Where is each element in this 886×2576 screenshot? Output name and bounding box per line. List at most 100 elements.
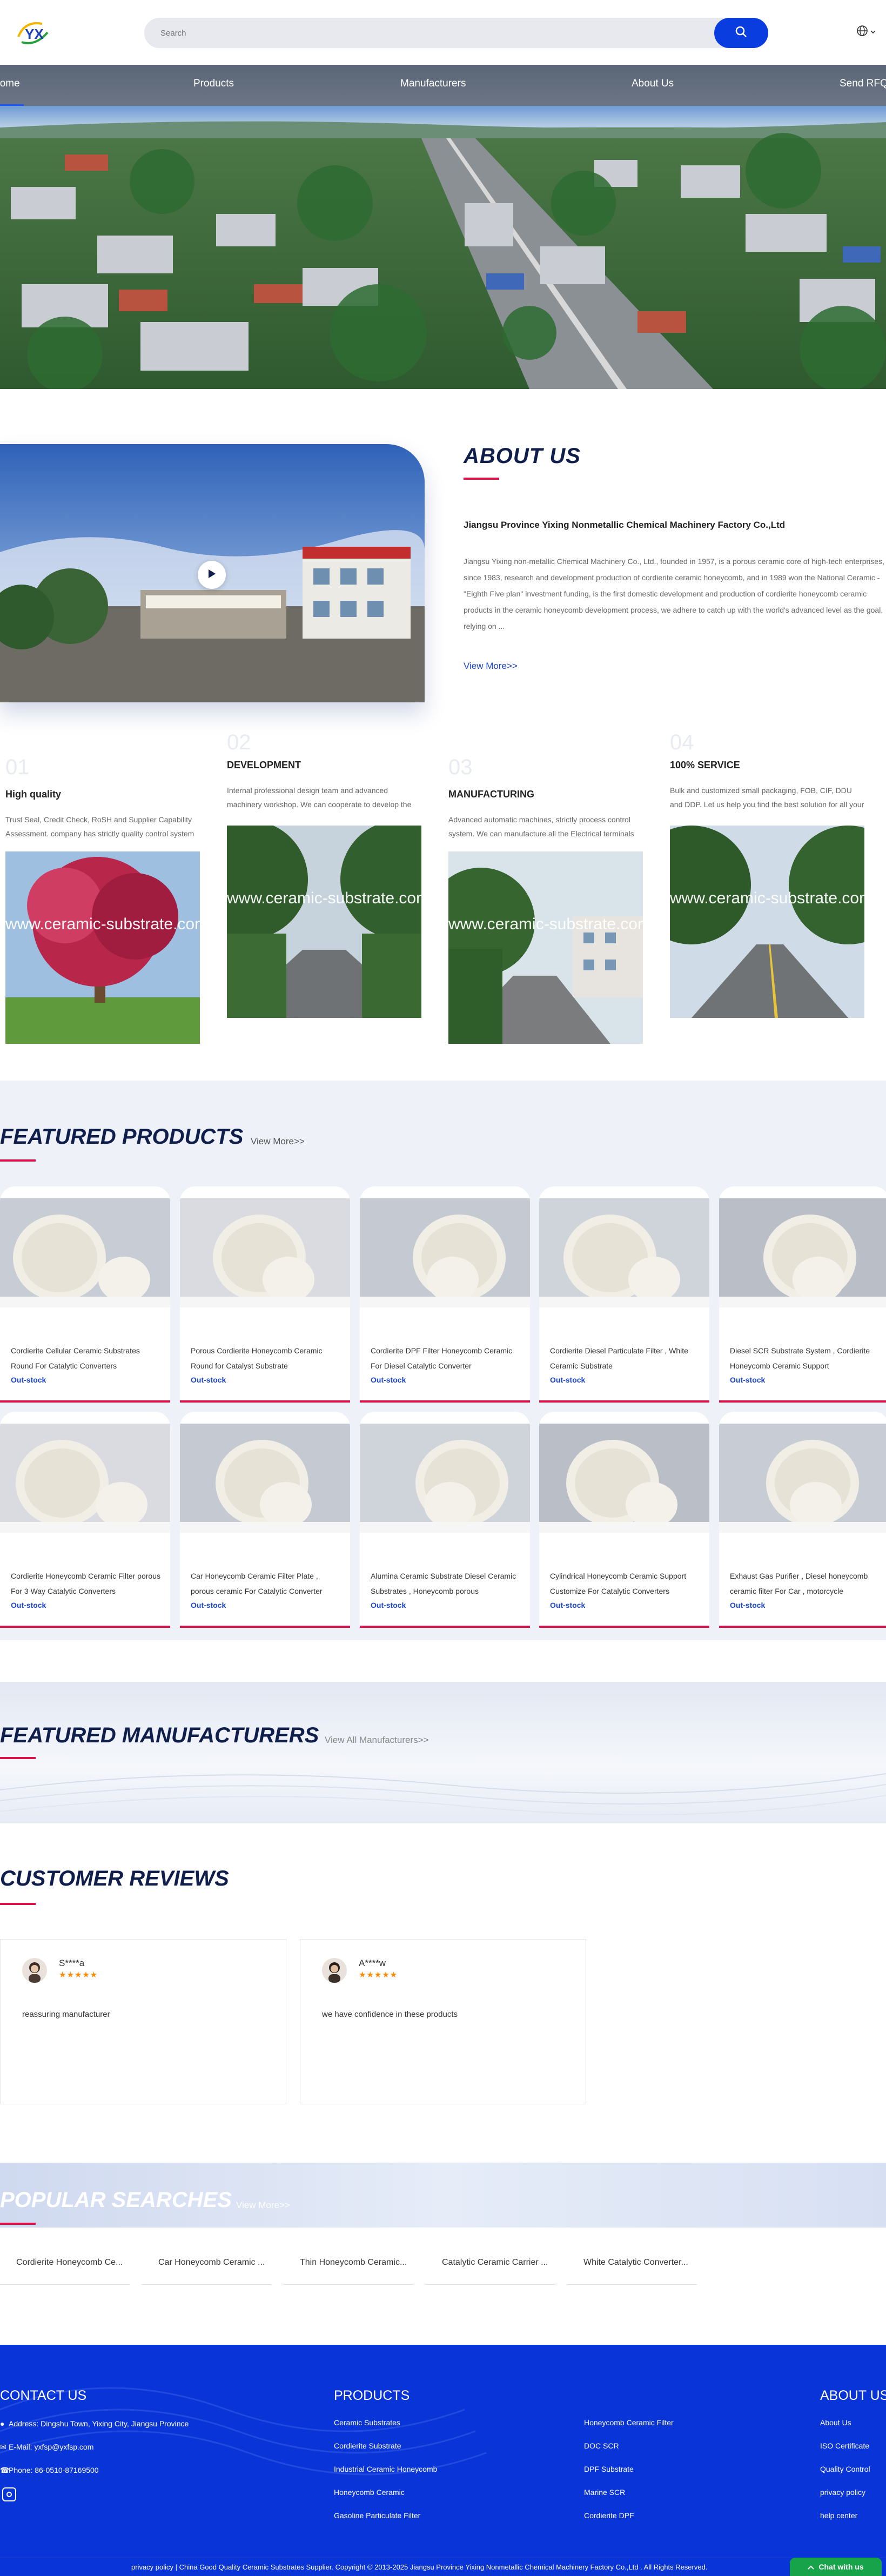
product-name[interactable]: Diesel SCR Substrate System , Cordierite… — [730, 1343, 881, 1373]
nav-item-send-rfq[interactable]: Send RFQ — [840, 78, 886, 90]
divider — [567, 2284, 697, 2285]
feature-image: www.ceramic-substrate.com — [5, 851, 200, 1044]
popular-searches-view-more[interactable]: View More>> — [236, 2200, 290, 2211]
nav-item-products[interactable]: Products — [193, 78, 234, 90]
feature-description: Advanced automatic machines, strictly pr… — [448, 815, 634, 838]
footer-product-link[interactable]: Cordierite DPF — [584, 2511, 634, 2520]
featured-manufacturers-view-all[interactable]: View All Manufacturers>> — [325, 1735, 428, 1746]
feature-title: 100% SERVICE — [670, 760, 740, 770]
search-input[interactable] — [160, 24, 674, 42]
about-view-more-link[interactable]: View More>> — [464, 661, 518, 672]
product-image[interactable] — [719, 1198, 886, 1307]
product-image[interactable] — [719, 1424, 886, 1533]
svg-text:YX: YX — [25, 26, 44, 42]
featured-manufacturers-underline — [0, 1757, 36, 1759]
popular-search-link[interactable]: Catalytic Ceramic Carrier ... — [442, 2258, 572, 2268]
product-image[interactable] — [360, 1424, 530, 1533]
feature-service: 04 100% SERVICE Bulk and customized smal… — [670, 730, 865, 1019]
product-image[interactable] — [180, 1198, 350, 1307]
product-card[interactable]: Car Honeycomb Ceramic Filter Plate , por… — [180, 1412, 350, 1628]
product-card[interactable]: Cordierite Diesel Particulate Filter , W… — [539, 1186, 709, 1403]
product-stock-status: Out-stock — [371, 1601, 406, 1609]
product-card[interactable]: Alumina Ceramic Substrate Diesel Ceramic… — [360, 1412, 530, 1628]
mail-icon: ✉ — [0, 2443, 6, 2451]
product-stock-status: Out-stock — [191, 1601, 226, 1609]
product-name[interactable]: Alumina Ceramic Substrate Diesel Ceramic… — [371, 1568, 522, 1599]
footer-phone[interactable]: Phone: 86-0510-87169500 — [9, 2466, 99, 2474]
product-name[interactable]: Cylindrical Honeycomb Ceramic Support Cu… — [550, 1568, 701, 1599]
about-factory-video[interactable] — [0, 444, 425, 702]
product-card[interactable]: Cordierite Cellular Ceramic Substrates R… — [0, 1186, 170, 1403]
nav-item-about-us[interactable]: About Us — [632, 78, 674, 90]
footer-about-title: ABOUT US — [820, 2388, 886, 2403]
footer-product-link[interactable]: Gasoline Particulate Filter — [334, 2511, 420, 2520]
feature-number: 03 — [448, 755, 473, 779]
product-card[interactable]: Exhaust Gas Purifier , Diesel honeycomb … — [719, 1412, 886, 1628]
instagram-icon[interactable] — [2, 2487, 16, 2501]
product-name[interactable]: Porous Cordierite Honeycomb Ceramic Roun… — [191, 1343, 342, 1373]
review-card: S****a ★★★★★ reassuring manufacturer — [0, 1939, 286, 2104]
nav-item-manufacturers[interactable]: Manufacturers — [400, 78, 466, 90]
search-button[interactable] — [714, 18, 768, 48]
footer-product-link[interactable]: Cordierite Substrate — [334, 2441, 401, 2450]
language-selector[interactable] — [856, 24, 880, 40]
product-stock-status: Out-stock — [550, 1376, 586, 1384]
footer-about-link[interactable]: About Us — [820, 2418, 851, 2427]
popular-search-link[interactable]: Thin Honeycomb Ceramic... — [300, 2258, 429, 2268]
product-card[interactable]: Porous Cordierite Honeycomb Ceramic Roun… — [180, 1186, 350, 1403]
product-image[interactable] — [539, 1424, 709, 1533]
footer-about-link[interactable]: Quality Control — [820, 2465, 870, 2473]
copyright-bar: privacy policy | China Good Quality Cera… — [0, 2558, 886, 2576]
footer-about-link[interactable]: help center — [820, 2511, 857, 2520]
product-card[interactable]: Diesel SCR Substrate System , Cordierite… — [719, 1186, 886, 1403]
copyright-text: privacy policy | China Good Quality Cera… — [131, 2563, 708, 2571]
divider — [142, 2284, 271, 2285]
footer-about-link[interactable]: ISO Certificate — [820, 2441, 869, 2450]
popular-searches-underline — [0, 2223, 36, 2225]
product-image[interactable] — [360, 1198, 530, 1307]
footer-about-link[interactable]: privacy policy — [820, 2488, 865, 2497]
footer-product-link[interactable]: Honeycomb Ceramic — [334, 2488, 405, 2497]
footer-product-link[interactable]: DPF Substrate — [584, 2465, 634, 2473]
product-stock-status: Out-stock — [550, 1601, 586, 1609]
popular-search-link[interactable]: White Catalytic Converter... — [583, 2258, 713, 2268]
about-description: Jiangsu Yixing non-metallic Chemical Mac… — [464, 557, 884, 630]
product-name[interactable]: Cordierite Cellular Ceramic Substrates R… — [11, 1343, 162, 1373]
review-author: S****a — [59, 1958, 85, 1968]
product-name[interactable]: Cordierite Honeycomb Ceramic Filter poro… — [11, 1568, 162, 1599]
product-image[interactable] — [0, 1198, 170, 1307]
product-image[interactable] — [180, 1424, 350, 1533]
product-card[interactable]: Cordierite Honeycomb Ceramic Filter poro… — [0, 1412, 170, 1628]
product-image[interactable] — [539, 1198, 709, 1307]
product-stock-status: Out-stock — [371, 1376, 406, 1384]
product-card[interactable]: Cordierite DPF Filter Honeycomb Ceramic … — [360, 1186, 530, 1403]
product-name[interactable]: Car Honeycomb Ceramic Filter Plate , por… — [191, 1568, 342, 1599]
image-watermark: www.ceramic-substrate.com — [670, 889, 864, 907]
feature-development: 02 DEVELOPMENT Internal professional des… — [227, 730, 422, 1019]
footer-product-link[interactable]: Ceramic Substrates — [334, 2418, 400, 2427]
footer-email[interactable]: E-Mail: yxfsp@yxfsp.com — [9, 2443, 93, 2451]
feature-title: High quality — [5, 789, 61, 800]
play-button[interactable] — [198, 561, 226, 589]
main-navigation: Home Products Manufacturers About Us Sen… — [0, 65, 886, 106]
popular-search-link[interactable]: Cordierite Honeycomb Ce... — [16, 2258, 146, 2268]
nav-item-home[interactable]: Home — [0, 78, 20, 90]
review-card: A****w ★★★★★ we have confidence in these… — [300, 1939, 586, 2104]
popular-search-link[interactable]: Car Honeycomb Ceramic ... — [158, 2258, 288, 2268]
product-stock-status: Out-stock — [11, 1601, 46, 1609]
product-image[interactable] — [0, 1424, 170, 1533]
product-name[interactable]: Exhaust Gas Purifier , Diesel honeycomb … — [730, 1568, 881, 1599]
footer-product-link[interactable]: Honeycomb Ceramic Filter — [584, 2418, 674, 2427]
chat-with-us-button[interactable]: Chat with us — [790, 2558, 882, 2576]
divider — [425, 2284, 555, 2285]
product-name[interactable]: Cordierite Diesel Particulate Filter , W… — [550, 1343, 701, 1373]
product-card[interactable]: Cylindrical Honeycomb Ceramic Support Cu… — [539, 1412, 709, 1628]
footer-product-link[interactable]: DOC SCR — [584, 2441, 619, 2450]
featured-products-view-more[interactable]: View More>> — [251, 1136, 305, 1147]
footer-product-link[interactable]: Industrial Ceramic Honeycomb — [334, 2465, 437, 2473]
footer-product-link[interactable]: Marine SCR — [584, 2488, 625, 2497]
company-logo[interactable]: YX — [14, 18, 54, 48]
review-stars: ★★★★★ — [359, 1970, 398, 1980]
product-name[interactable]: Cordierite DPF Filter Honeycomb Ceramic … — [371, 1343, 522, 1373]
feature-description: Bulk and customized small packaging, FOB… — [670, 786, 864, 809]
